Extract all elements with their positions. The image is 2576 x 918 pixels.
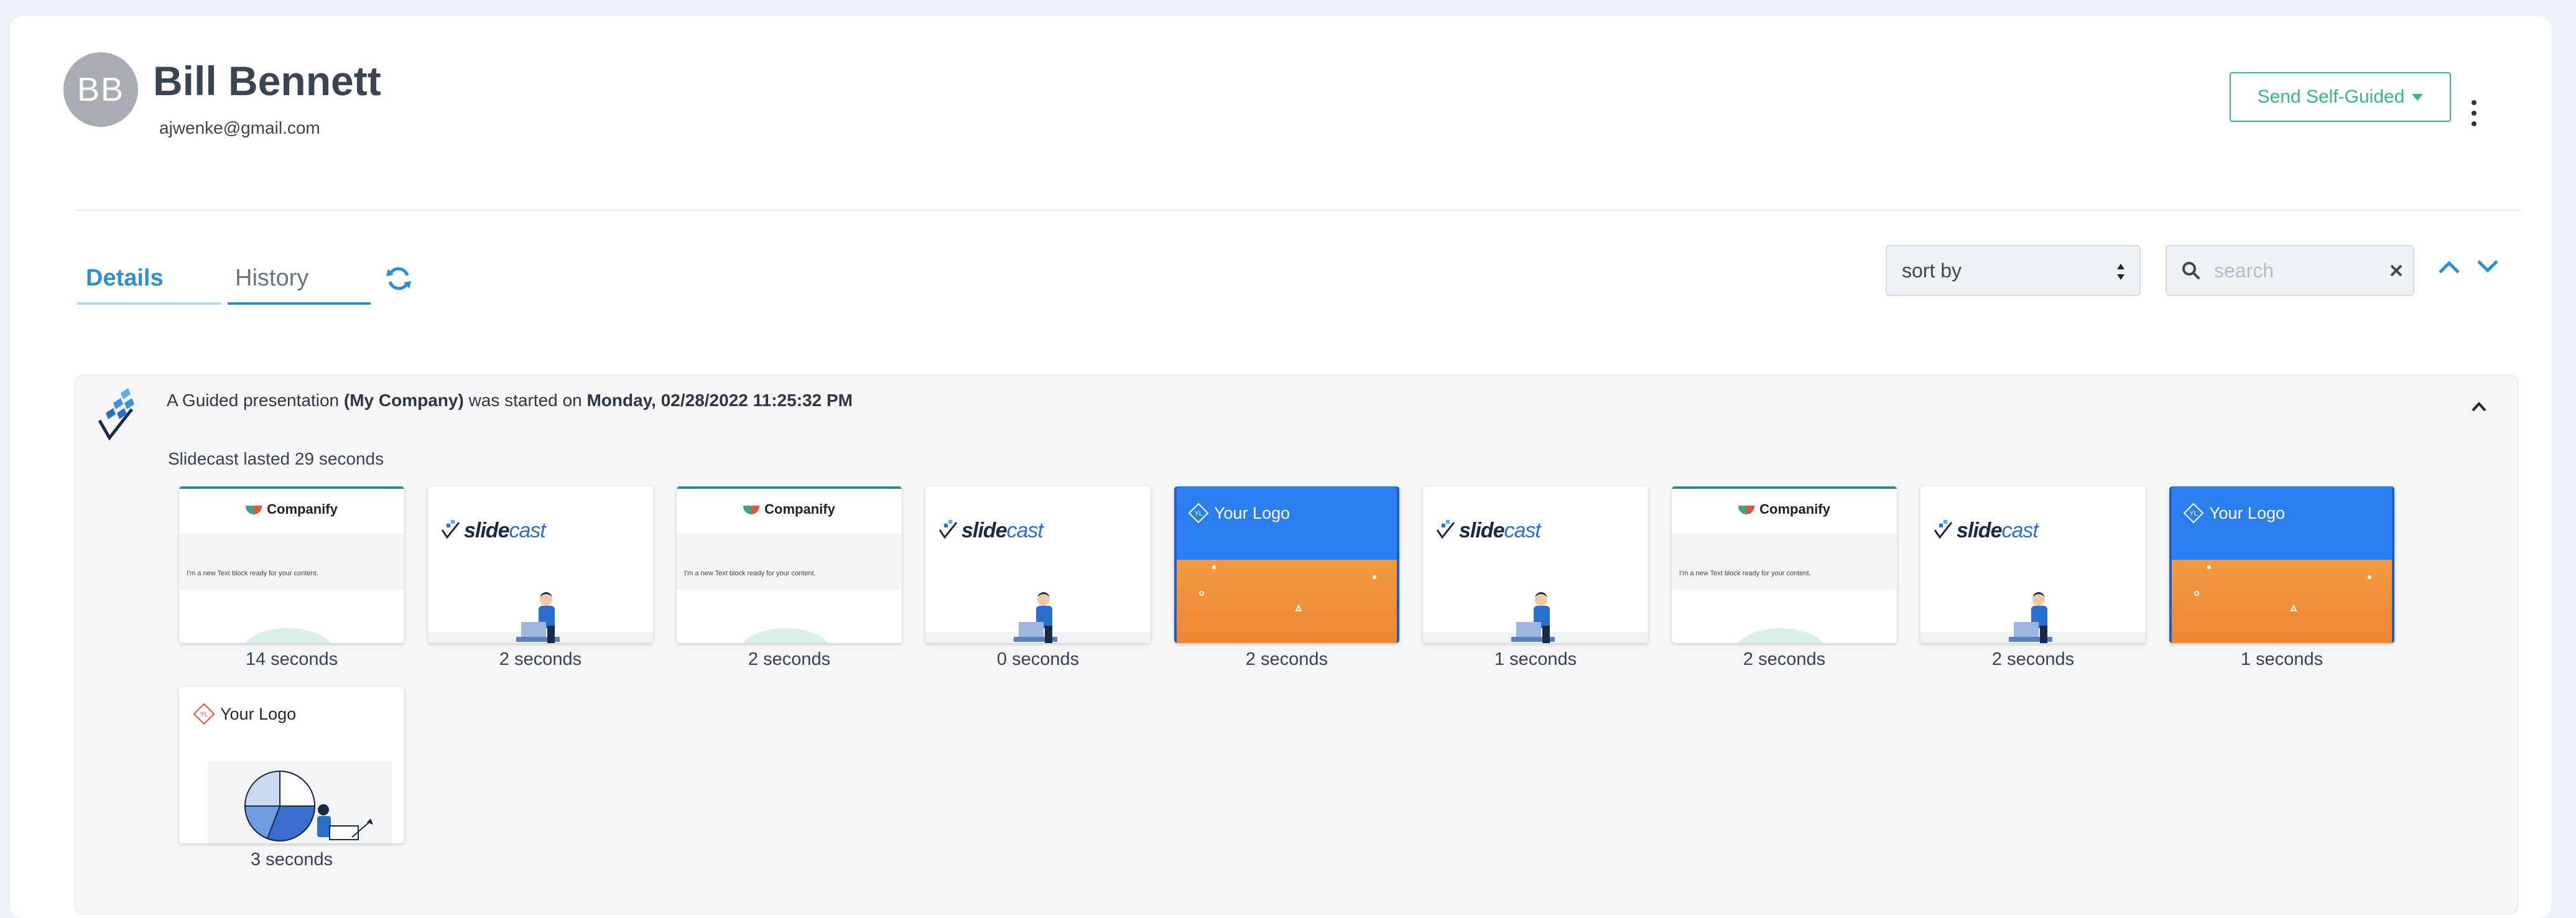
companify-logo-text: Companify	[1759, 501, 1830, 517]
search-box	[2166, 245, 2414, 296]
slidecast-wordmark: slidecast	[1957, 519, 2039, 542]
slide-duration-label: 2 seconds	[1245, 649, 1328, 669]
slide-top-bar	[1672, 486, 1897, 489]
sort-select-value: sort by	[1902, 259, 1962, 282]
slide-text-band	[179, 534, 404, 590]
companify-logo: Companify	[677, 501, 902, 517]
slide-duration-label: 14 seconds	[245, 649, 338, 669]
slide-duration-label: 2 seconds	[1743, 649, 1826, 669]
tab-history[interactable]: History	[235, 265, 308, 292]
slide-duration-label: 3 seconds	[250, 850, 333, 869]
slidecast-wordmark: slidecast	[961, 519, 1044, 542]
slidecast-mark-icon	[938, 520, 958, 539]
send-self-guided-button[interactable]: Send Self-Guided	[2230, 72, 2451, 122]
avatar: BB	[63, 52, 138, 127]
companify-logo: Companify	[179, 501, 404, 517]
slide-body-text: I'm a new Text block ready for your cont…	[1679, 570, 1811, 577]
person-laptop-illustration	[516, 592, 560, 643]
send-self-guided-label: Send Self-Guided	[2257, 86, 2405, 107]
person-laptop-illustration	[2009, 592, 2052, 643]
slide-thumbnail[interactable]: Companify I'm a new Text block ready for …	[1672, 486, 1897, 643]
svg-text:YL: YL	[200, 711, 208, 718]
slide-decoration	[739, 628, 832, 643]
person-laptop-illustration	[1014, 592, 1057, 643]
companify-logo-text: Companify	[267, 501, 338, 517]
tab-details[interactable]: Details	[86, 265, 164, 292]
chevron-up-icon[interactable]	[2437, 257, 2462, 276]
activity-prefix: A Guided presentation	[167, 391, 340, 410]
slidecast-mark-icon	[1436, 520, 1455, 539]
slide-top-bar	[179, 486, 404, 489]
select-arrows-icon	[2117, 264, 2124, 280]
slide-thumbnail[interactable]: slidecast	[925, 486, 1151, 643]
profile-card: BB Bill Bennett ajwenke@gmail.com Send S…	[10, 16, 2551, 918]
slidecast-mark-icon	[1934, 520, 1953, 539]
search-icon	[2182, 262, 2200, 279]
activity-middle: was started on	[468, 391, 582, 410]
slide-sparkles	[1199, 565, 1376, 611]
slidecast-wordmark: slidecast	[464, 519, 546, 542]
activity-entry: A Guided presentation (My Company) was s…	[75, 374, 2519, 914]
slidecast-logo-icon	[98, 388, 134, 441]
slide-sparkles	[2194, 565, 2371, 611]
chevron-up-icon[interactable]	[2470, 401, 2488, 413]
slidecast-mark-icon	[441, 520, 460, 539]
refresh-icon[interactable]	[385, 265, 412, 292]
slide-thumbnail[interactable]: YL Your Logo	[179, 687, 404, 843]
slide-decoration	[241, 628, 335, 643]
slide-thumbnail[interactable]: YL Your Logo	[1174, 486, 1399, 643]
slide-duration-label: 2 seconds	[1991, 649, 2075, 669]
slide-duration-label: 2 seconds	[499, 649, 582, 669]
your-logo-brand: YL Your Logo	[193, 703, 296, 725]
activity-datetime: Monday, 02/28/2022 11:25:32 PM	[586, 391, 853, 410]
slide-duration-label: 1 seconds	[2240, 649, 2323, 669]
tab-details-underline	[77, 302, 221, 305]
slide-body-text: I'm a new Text block ready for your cont…	[684, 570, 816, 577]
slide-body-text: I'm a new Text block ready for your cont…	[187, 570, 318, 577]
slide-top-bar	[677, 486, 902, 489]
slide-thumbnail[interactable]: YL Your Logo	[2169, 486, 2394, 643]
slide-duration-label: 2 seconds	[748, 649, 831, 669]
slide-thumbnail[interactable]: slidecast	[428, 486, 653, 643]
chevron-down-icon[interactable]	[2475, 257, 2500, 276]
tab-history-underline	[228, 302, 371, 305]
slide-duration-label: 0 seconds	[996, 649, 1080, 669]
slidecast-duration: Slidecast lasted 29 seconds	[168, 449, 384, 468]
companify-logo-text: Companify	[764, 501, 835, 517]
companify-logo: Companify	[1672, 501, 1897, 517]
avatar-initials: BB	[76, 71, 125, 108]
companify-leaf-icon	[1738, 506, 1755, 515]
companify-leaf-icon	[743, 506, 760, 515]
kebab-vertical-icon[interactable]	[2467, 100, 2481, 126]
slide-decoration	[1734, 628, 1827, 643]
search-input[interactable]	[2214, 256, 2376, 285]
slide-thumbnail[interactable]: Companify I'm a new Text block ready for …	[677, 486, 902, 643]
companify-leaf-icon	[246, 506, 262, 515]
sort-select[interactable]: sort by	[1886, 245, 2141, 296]
slide-text-band	[677, 534, 902, 590]
caret-down-icon	[2412, 93, 2424, 101]
slide-text-band	[1672, 534, 1897, 590]
clear-search-icon[interactable]	[2388, 262, 2404, 279]
pie-chart-illustration	[244, 770, 373, 842]
user-name: Bill Bennett	[153, 58, 381, 104]
slide-thumbnail[interactable]: slidecast	[1920, 486, 2146, 643]
user-email: ajwenke@gmail.com	[159, 118, 320, 137]
activity-company: (My Company)	[343, 391, 464, 410]
slide-thumbnail[interactable]: slidecast	[1423, 486, 1648, 643]
slidecast-wordmark: slidecast	[1459, 519, 1541, 542]
slide-thumbnail[interactable]: Companify I'm a new Text block ready for …	[179, 486, 404, 643]
header-divider	[77, 210, 2521, 211]
person-laptop-illustration	[1511, 592, 1555, 643]
yl-diamond-icon: YL	[193, 703, 215, 725]
activity-title: A Guided presentation (My Company) was s…	[167, 391, 853, 410]
slide-duration-label: 1 seconds	[1494, 649, 1577, 669]
